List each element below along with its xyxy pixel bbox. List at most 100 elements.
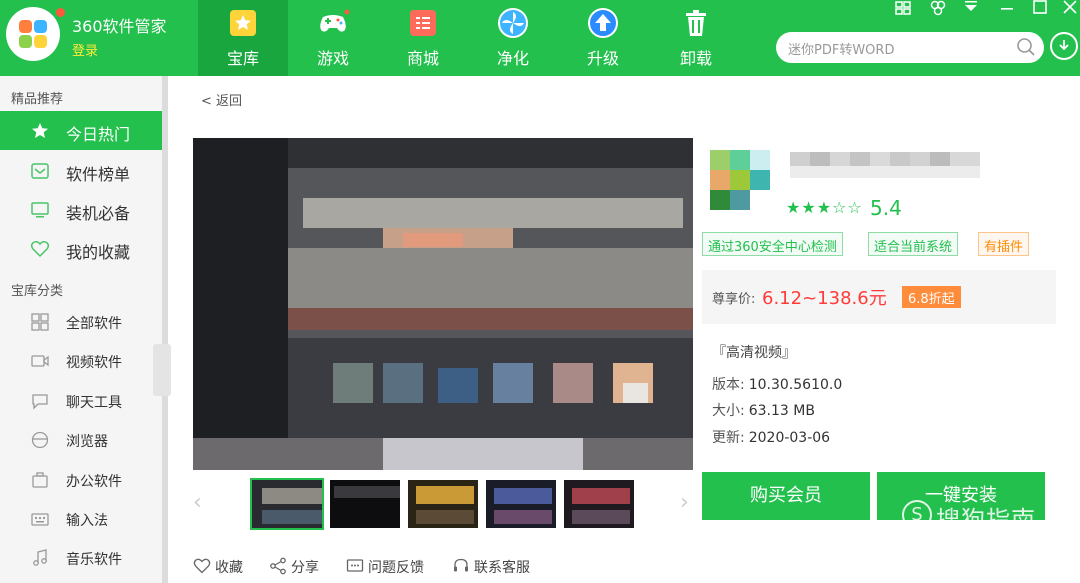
back-link[interactable]: < 返回 (201, 90, 242, 109)
upgrade-arrow-icon (588, 8, 618, 38)
sidebar-item-label: 视频软件 (66, 355, 122, 371)
music-icon (33, 549, 47, 566)
action-label: 联系客服 (474, 560, 530, 576)
rating-value: 5.4 (870, 196, 902, 220)
price-label: 尊享价: (712, 292, 756, 307)
size-row: 大小: 63.13 MB (712, 400, 815, 420)
minimize-icon[interactable] (997, 0, 1017, 16)
thumbnail[interactable] (406, 478, 480, 530)
notification-dot (56, 8, 65, 17)
heart-outline-icon (193, 558, 211, 574)
app-logo-icon[interactable] (6, 7, 60, 61)
tab-store[interactable]: 商城 (378, 0, 468, 76)
sidebar-item-label: 音乐软件 (66, 552, 122, 568)
search-input[interactable]: 迷你PDF转WORD (788, 39, 894, 58)
tab-upgrade[interactable]: 升级 (558, 0, 648, 76)
headset-icon (454, 558, 468, 572)
version-label: 版本: (712, 377, 745, 393)
sidebar-item-office[interactable]: 办公软件 (0, 460, 162, 499)
sogou-logo-icon: S (902, 500, 932, 530)
sidebar-item-input-method[interactable]: 输入法 (0, 499, 162, 538)
sidebar-item-chat[interactable]: 聊天工具 (0, 381, 162, 420)
price-panel: 尊享价: 6.12~138.6元 6.8折起 (702, 270, 1056, 324)
gamepad-icon (320, 9, 349, 32)
action-label: 分享 (291, 560, 319, 576)
next-screenshot-icon[interactable]: › (680, 490, 689, 515)
screenshot-image (193, 138, 693, 470)
sidebar-item-label: 全部软件 (66, 316, 122, 332)
buy-membership-button[interactable]: 购买会员 (702, 472, 870, 520)
menu-dropdown-icon[interactable] (961, 0, 981, 16)
sogou-watermark: S 搜狗指南 zhinan.sogou.com (902, 498, 1062, 568)
download-icon (1059, 40, 1069, 51)
category-label: 『高清视频』 (712, 345, 796, 361)
price-value: 6.12~138.6元 (762, 288, 887, 309)
watermark-url: zhinan.sogou.com (902, 538, 1012, 552)
badge-compatible: 适合当前系统 (868, 232, 959, 256)
sidebar-scrollbar[interactable] (162, 76, 168, 583)
ranking-icon (31, 163, 49, 179)
badge-has-plugin: 有插件 (978, 232, 1030, 256)
sidebar-item-video[interactable]: 视频软件 (0, 341, 162, 380)
tab-games[interactable]: 游戏 (288, 0, 378, 76)
tab-label: 升级 (586, 49, 619, 68)
login-link[interactable]: 登录 (72, 40, 98, 59)
star-icon (230, 10, 256, 36)
app-screenshot-preview[interactable] (193, 138, 693, 470)
sidebar-item-label: 输入法 (66, 513, 108, 529)
sidebar-item-music[interactable]: 音乐软件 (0, 538, 162, 577)
tab-baoku[interactable]: 宝库 (198, 0, 288, 76)
app-title: 360软件管家 (72, 17, 167, 36)
sidebar-item-essentials[interactable]: 装机必备 (0, 190, 162, 229)
share-icon (270, 557, 286, 575)
tab-label: 净化 (496, 49, 529, 68)
size-value: 63.13 MB (748, 403, 815, 419)
version-value: 10.30.5610.0 (748, 377, 843, 393)
heart-icon (30, 241, 50, 258)
trash-icon (686, 10, 706, 36)
watermark-text: 搜狗指南 (936, 506, 1036, 534)
sidebar-item-hot-today[interactable]: 今日热门 (0, 111, 162, 150)
sidebar-item-label: 办公软件 (66, 474, 122, 490)
prev-screenshot-icon[interactable]: ‹ (193, 490, 202, 515)
section-title-featured: 精品推荐 (11, 92, 64, 107)
sidebar-item-label: 浏览器 (66, 434, 108, 450)
size-label: 大小: (712, 403, 745, 419)
fan-icon (498, 8, 528, 38)
tab-label: 宝库 (226, 49, 259, 68)
action-label: 收藏 (215, 560, 243, 576)
download-manager-button[interactable] (1050, 32, 1078, 60)
tab-clean[interactable]: 净化 (468, 0, 558, 76)
grid-icon[interactable] (893, 0, 913, 16)
search-box[interactable]: 迷你PDF转WORD (776, 32, 1044, 63)
chat-icon (32, 394, 48, 410)
app-icon (710, 150, 770, 210)
rating-stars: ★★★☆☆ (786, 198, 863, 217)
maximize-icon[interactable] (1030, 0, 1050, 16)
badge-safety-check: 通过360安全中心检测 (702, 232, 843, 256)
monitor-icon (31, 202, 49, 218)
sidebar-scroll-handle[interactable] (153, 344, 171, 396)
thumbnail[interactable] (328, 478, 402, 530)
updated-row: 更新: 2020-03-06 (712, 427, 830, 447)
thumbnail[interactable] (250, 478, 324, 530)
version-row: 版本: 10.30.5610.0 (712, 374, 842, 394)
sidebar-item-ranking[interactable]: 软件榜单 (0, 151, 162, 190)
screenshot-thumbnails (250, 478, 640, 530)
sidebar-item-browser[interactable]: 浏览器 (0, 420, 162, 459)
sidebar-item-all-software[interactable]: 全部软件 (0, 302, 162, 341)
browser-icon (31, 431, 49, 449)
sidebar-item-favorites[interactable]: 我的收藏 (0, 229, 162, 268)
tab-label: 游戏 (316, 49, 349, 68)
thumbnail[interactable] (562, 478, 636, 530)
thumbnail[interactable] (484, 478, 558, 530)
keyboard-icon (31, 513, 49, 526)
sidebar-item-label: 软件榜单 (66, 165, 131, 184)
sidebar: 精品推荐 今日热门 软件榜单 装机必备 我的收藏 宝库分类 全部软件 视频软件 … (0, 76, 171, 583)
skin-icon[interactable] (928, 0, 948, 16)
feedback-icon (346, 559, 364, 572)
close-icon[interactable] (1060, 0, 1080, 16)
sidebar-item-label: 我的收藏 (66, 243, 131, 262)
search-icon[interactable] (1016, 37, 1036, 57)
tab-uninstall[interactable]: 卸载 (651, 0, 741, 76)
